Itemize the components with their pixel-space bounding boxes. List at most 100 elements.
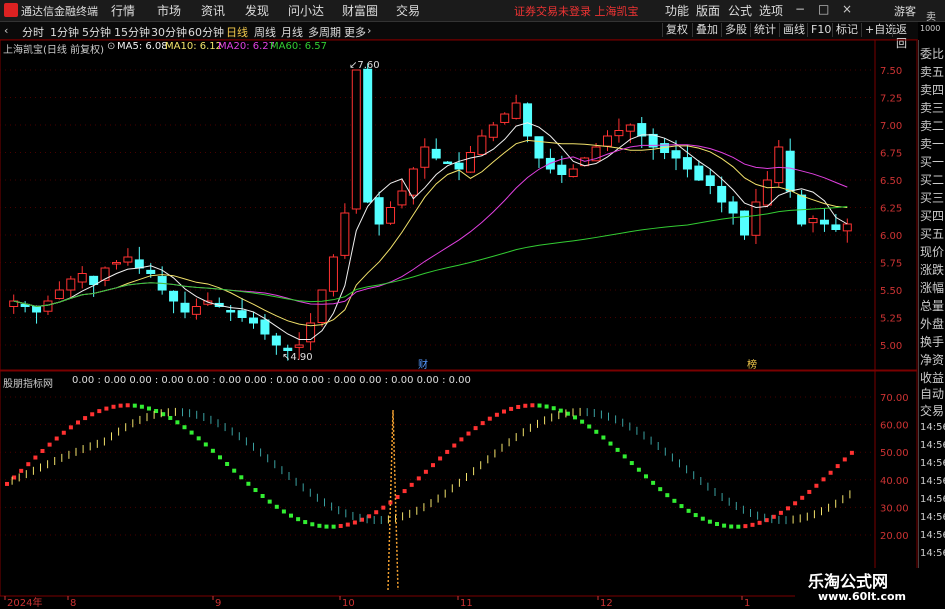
price-tick-label: 5.50 — [880, 286, 902, 297]
side-sell4[interactable]: 卖四 — [920, 82, 944, 98]
indicator-fast-dot — [132, 403, 137, 408]
side-earnings[interactable]: 收益 — [920, 370, 944, 386]
candle-body — [454, 162, 464, 170]
indicator-fast-dot — [367, 514, 372, 519]
indicator-fast-dot — [260, 494, 265, 499]
side-sell3[interactable]: 卖三 — [920, 100, 944, 116]
candle-body — [488, 124, 498, 138]
candle-body — [111, 262, 121, 265]
indicator-spike — [387, 409, 399, 591]
indicator-fast-dot — [118, 403, 123, 408]
indicator-fast-dot — [139, 404, 144, 409]
candle-body — [134, 259, 144, 269]
indicator-fast-dot — [658, 487, 663, 492]
indicator-fast-dot — [736, 524, 741, 529]
candle-body — [271, 335, 281, 346]
side-buy1[interactable]: 买一 — [920, 154, 944, 170]
indicator-fast-dot — [580, 419, 585, 424]
indicator-fast-dot — [757, 520, 762, 525]
candle-body — [568, 168, 578, 178]
indicator-fast-dot — [544, 404, 549, 409]
date-label: 2024年 — [7, 596, 42, 609]
indicator-fast-dot — [686, 508, 691, 513]
indicator-fast-dot — [147, 406, 151, 411]
side-volume[interactable]: 总量 — [920, 298, 944, 314]
indicator-fast-dot — [665, 493, 670, 498]
indicator-fast-dot — [68, 425, 73, 430]
side-sell2[interactable]: 卖二 — [920, 118, 944, 134]
indicator-fast-dot — [679, 504, 684, 509]
side-price[interactable]: 现价 — [920, 244, 944, 260]
indicator-fast-dot — [842, 457, 847, 462]
indicator-fast-dot — [189, 430, 194, 435]
indicator-fast-dot — [537, 403, 542, 408]
side-wei-bi[interactable]: 委比 — [920, 46, 944, 62]
candle-body — [226, 309, 236, 313]
ma10-value: MA10: 6.12 — [165, 41, 223, 52]
side-change[interactable]: 涨跌 — [920, 262, 944, 278]
indicator-fast-dot — [594, 429, 599, 434]
ma20-value: MA20: 6.27 — [218, 41, 276, 52]
price-tick-label: 7.00 — [880, 121, 902, 132]
side-net-assets[interactable]: 净资 — [920, 352, 944, 368]
watermark-url: www.60lt.com — [818, 590, 907, 603]
side-time-2: 14:56 — [920, 440, 945, 451]
price-tick-label: 6.25 — [880, 204, 902, 215]
indicator-fast-dot — [849, 450, 854, 455]
date-label: 12 — [600, 598, 613, 609]
chart-area[interactable]: 7.50 7.25 7.00 6.75 6.50 6.25 6.00 5.75 5.50 5.25… — [0, 0, 918, 609]
candle-body — [32, 305, 42, 313]
indicator-fast-dot — [409, 482, 414, 487]
candle-body — [717, 185, 727, 203]
indicator-fast-dot — [707, 519, 712, 524]
candle-body — [260, 319, 270, 335]
side-trade[interactable]: 交易 — [920, 403, 944, 419]
event-marker-finance: 财 — [418, 358, 428, 371]
indicator-tick-label: 30.00 — [880, 503, 909, 514]
indicator-fast-dot — [494, 412, 499, 417]
indicator-fast-dot — [786, 506, 790, 511]
price-panel-border — [0, 39, 918, 371]
indicator-fast-dot — [502, 409, 506, 414]
date-label: 10 — [342, 598, 355, 609]
side-auto[interactable]: 自动 — [920, 386, 944, 402]
price-tick-label: 6.75 — [880, 149, 902, 160]
side-outer-volume[interactable]: 外盘 — [920, 316, 944, 332]
indicator-fast-dot — [281, 509, 286, 514]
indicator-fast-dot — [565, 411, 570, 416]
indicator-fast-dot — [551, 406, 556, 411]
side-sell1[interactable]: 卖一 — [920, 136, 944, 152]
indicator-fast-dot — [530, 403, 535, 408]
indicator-fast-dot — [246, 481, 251, 486]
indicator-fast-dot — [445, 449, 450, 454]
candle-body — [191, 306, 201, 315]
price-tick-label: 7.50 — [880, 66, 902, 77]
quote-sidebar: 委比 卖五 卖四 卖三 卖二 卖一 买一 买二 买三 买四 买五 现价 涨跌 涨… — [918, 40, 945, 609]
indicator-fast-dot — [835, 464, 840, 469]
side-buy3[interactable]: 买三 — [920, 190, 944, 206]
indicator-fast-dot — [352, 520, 357, 525]
date-label: 8 — [70, 598, 76, 609]
indicator-fast-dot — [111, 404, 116, 409]
indicator-fast-dot — [615, 447, 620, 452]
side-buy2[interactable]: 买二 — [920, 172, 944, 188]
candle-body — [637, 123, 647, 137]
indicator-fast-dot — [26, 462, 31, 467]
indicator-fast-dot — [473, 426, 478, 431]
ma-settings-icon[interactable]: ⊙ — [107, 41, 115, 52]
indicator-fast-dot — [47, 442, 52, 447]
side-buy5[interactable]: 买五 — [920, 226, 944, 242]
side-turnover[interactable]: 换手 — [920, 334, 944, 350]
side-change-pct[interactable]: 涨幅 — [920, 280, 944, 296]
candle-body — [146, 269, 156, 274]
side-buy4[interactable]: 买四 — [920, 208, 944, 224]
side-sell5[interactable]: 卖五 — [920, 64, 944, 80]
high-price-label: ↙7.60 — [349, 60, 380, 71]
indicator-fast-dot — [161, 412, 166, 417]
side-time-7: 14:56 — [920, 530, 945, 541]
indicator-fast-dot — [381, 505, 386, 510]
indicator-fast-dot — [168, 415, 173, 420]
indicator-fast-dot — [800, 495, 805, 500]
indicator-fast-dot — [253, 488, 258, 493]
indicator-fast-dot — [104, 406, 109, 411]
